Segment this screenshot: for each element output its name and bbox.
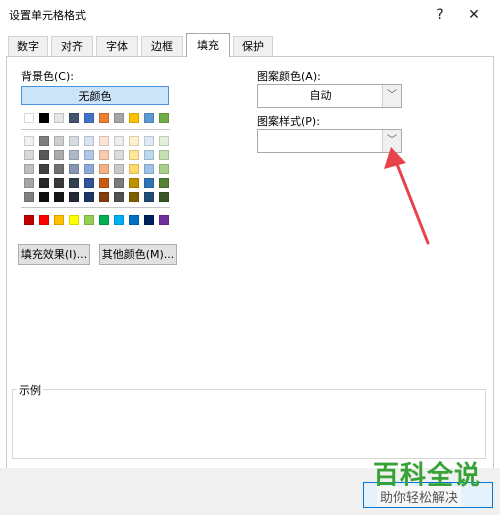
pattern-style-label: 图案样式(P): [257,115,320,128]
color-swatch[interactable] [159,178,169,188]
color-swatch[interactable] [129,164,139,174]
color-swatch[interactable] [114,150,124,160]
tab-number[interactable]: 数字 [8,36,48,56]
color-swatch[interactable] [114,192,124,202]
color-swatch[interactable] [144,215,154,225]
color-swatch[interactable] [39,150,49,160]
color-swatch[interactable] [114,136,124,146]
tab-font[interactable]: 字体 [96,36,138,56]
color-swatch[interactable] [24,192,34,202]
color-swatch[interactable] [54,136,64,146]
color-swatch[interactable] [84,178,94,188]
sample-preview [12,389,486,459]
color-swatch[interactable] [69,192,79,202]
color-swatch[interactable] [99,178,109,188]
tab-protection[interactable]: 保护 [233,36,273,56]
color-swatch[interactable] [54,150,64,160]
color-swatch[interactable] [129,113,139,123]
color-swatch[interactable] [24,136,34,146]
help-button[interactable]: ? [428,4,452,26]
color-swatch[interactable] [69,136,79,146]
color-swatch[interactable] [39,192,49,202]
color-swatch[interactable] [39,164,49,174]
color-swatch[interactable] [54,164,64,174]
color-swatch[interactable] [84,150,94,160]
color-swatch[interactable] [99,164,109,174]
color-swatch[interactable] [159,136,169,146]
annotation-arrow-head [384,147,406,169]
color-swatch[interactable] [54,192,64,202]
color-swatch[interactable] [39,113,49,123]
color-swatch[interactable] [69,113,79,123]
color-swatch[interactable] [114,164,124,174]
color-swatch[interactable] [99,150,109,160]
color-swatch[interactable] [24,164,34,174]
color-swatch[interactable] [144,164,154,174]
color-swatch[interactable] [84,164,94,174]
color-swatch[interactable] [159,215,169,225]
chevron-down-icon[interactable]: ﹀ [382,85,401,107]
color-swatch[interactable] [159,192,169,202]
color-swatch[interactable] [84,192,94,202]
tab-fill[interactable]: 填充 [186,33,230,57]
color-swatch[interactable] [144,150,154,160]
color-swatch[interactable] [99,113,109,123]
tab-alignment[interactable]: 对齐 [51,36,93,56]
color-swatch[interactable] [129,215,139,225]
close-button[interactable]: ✕ [462,4,486,26]
color-swatch[interactable] [99,192,109,202]
color-swatch[interactable] [69,215,79,225]
color-swatch[interactable] [69,164,79,174]
pattern-color-value: 自动 [309,89,332,102]
color-swatch[interactable] [114,113,124,123]
more-colors-button[interactable]: 其他颜色(M)... [99,244,177,265]
color-swatch[interactable] [69,150,79,160]
color-swatch[interactable] [54,215,64,225]
background-color-label: 背景色(C): [21,70,74,83]
color-swatch[interactable] [24,150,34,160]
color-swatch[interactable] [114,215,124,225]
annotation-arrow-shaft [393,157,430,245]
color-swatch[interactable] [24,178,34,188]
color-swatch[interactable] [144,113,154,123]
pattern-color-dropdown[interactable]: 自动 ﹀ [257,84,402,108]
color-swatch[interactable] [144,178,154,188]
dialog-title: 设置单元格格式 [9,9,86,22]
color-swatch[interactable] [159,164,169,174]
color-swatch[interactable] [114,178,124,188]
palette-divider [21,207,170,208]
color-swatch[interactable] [54,178,64,188]
color-swatch[interactable] [129,178,139,188]
color-swatch[interactable] [84,136,94,146]
color-swatch[interactable] [39,215,49,225]
color-swatch[interactable] [24,113,34,123]
color-swatch[interactable] [39,136,49,146]
pattern-color-label: 图案颜色(A): [257,70,321,83]
color-swatch[interactable] [24,215,34,225]
color-swatch[interactable] [99,136,109,146]
color-swatch[interactable] [39,178,49,188]
color-swatch[interactable] [54,113,64,123]
color-swatch[interactable] [69,178,79,188]
palette-divider [21,129,170,130]
color-swatch[interactable] [144,136,154,146]
color-swatch[interactable] [144,192,154,202]
color-swatch[interactable] [99,215,109,225]
close-icon: ✕ [468,7,480,23]
tab-border[interactable]: 边框 [141,36,183,56]
color-swatch[interactable] [84,113,94,123]
color-swatch[interactable] [84,215,94,225]
annotation-arrow [384,147,430,245]
no-color-button[interactable]: 无颜色 [21,86,169,105]
watermark-subtitle: 助你轻松解决 [377,486,462,507]
sample-label: 示例 [17,382,43,398]
color-swatch[interactable] [129,150,139,160]
fill-effects-button[interactable]: 填充效果(I)... [18,244,90,265]
color-swatch[interactable] [159,150,169,160]
color-swatch[interactable] [129,136,139,146]
color-swatch[interactable] [129,192,139,202]
color-swatch[interactable] [159,113,169,123]
